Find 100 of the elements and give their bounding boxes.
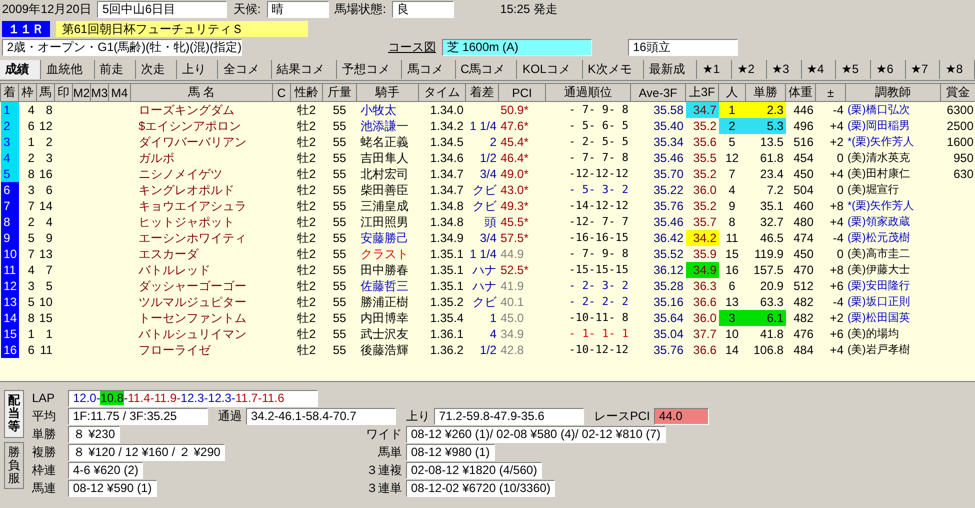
tab[interactable]: 次走 (136, 60, 178, 79)
tab[interactable]: ★1 (697, 60, 732, 79)
table-cell-text: ガルボ (138, 150, 176, 166)
column-header[interactable]: M4 (108, 84, 130, 102)
tab[interactable]: K次メモ (582, 60, 644, 79)
table-cell-text: 6 (44, 182, 54, 198)
column-header[interactable]: 着 (0, 84, 18, 102)
table-cell: 14 (0, 310, 18, 326)
tab[interactable]: 最新成 (644, 60, 698, 79)
side-tab[interactable]: 配当等 (4, 390, 24, 438)
table-cell: 7 (18, 198, 36, 214)
payout-field: 08-12 ¥980 (1) (406, 444, 495, 460)
tab[interactable]: KOLコメ (517, 60, 583, 79)
table-cell-text: 牡2 (296, 166, 317, 182)
tab[interactable]: 上り (177, 60, 218, 79)
column-header[interactable]: タイム (418, 84, 466, 102)
column-header[interactable]: Ave-3F (630, 84, 686, 102)
table-cell-text: 36.0 (692, 310, 718, 326)
column-header[interactable]: 着差 (466, 84, 498, 102)
table-cell: 4 (18, 262, 36, 278)
lap-label: LAP (32, 391, 56, 405)
table-cell-text: エーシンホワイティ (138, 230, 248, 246)
table-cell-text: $エイシンアポロン (138, 118, 242, 134)
column-header[interactable]: M2 (72, 84, 90, 102)
post-time: 15:25 発走 (500, 1, 558, 18)
table-cell-text: 1600 (946, 134, 974, 150)
course-map-link[interactable]: コース図 (388, 39, 436, 56)
column-header[interactable]: PCI (498, 84, 546, 102)
table-cell-text: 1.35.1 (429, 262, 464, 278)
table-cell-text: 1.34.7 (429, 166, 464, 182)
column-header[interactable]: 通過順位 (546, 84, 630, 102)
tab[interactable]: 予想コメ (336, 60, 402, 79)
table-cell-text: -16-16-15 (568, 230, 630, 246)
tab[interactable]: ★7 (906, 60, 940, 79)
column-header[interactable]: 印 (54, 84, 72, 102)
column-header[interactable]: M3 (90, 84, 108, 102)
tab[interactable]: ★5 (836, 60, 871, 79)
table-cell-text: 7.2 (766, 182, 784, 198)
tab[interactable]: 血統他 (41, 60, 95, 79)
table-cell-text: 157.5 (752, 262, 784, 278)
table-cell-text: 46.5 (759, 230, 784, 246)
table-cell: 3 (718, 310, 746, 326)
table-cell-text: クビ (472, 182, 498, 198)
stat-field: 34.2-46.1-58.4-70.7 (246, 408, 396, 424)
side-tab[interactable]: 勝負服 (4, 442, 24, 490)
column-header[interactable]: 斤量 (322, 84, 356, 102)
tab[interactable]: ★8 (940, 60, 975, 79)
tab[interactable]: ★3 (766, 60, 802, 79)
table-cell-text: 2500 (946, 118, 974, 134)
column-header[interactable]: 体重 (786, 84, 816, 102)
table-cell-text: 950 (952, 150, 974, 166)
table-cell: 牡2 (290, 102, 322, 118)
column-header[interactable]: 単勝 (746, 84, 786, 102)
column-header[interactable]: 上3F (686, 84, 718, 102)
table-cell-text: ダッシャーゴーゴー (138, 278, 248, 294)
column-header[interactable]: 性齢 (290, 84, 322, 102)
table-cell: 34.9 (686, 262, 718, 278)
table-cell: 2.3 (746, 102, 786, 118)
table-cell-text: 41.9 (500, 278, 525, 294)
table-cell-text: 35.76 (652, 198, 684, 214)
column-header[interactable]: 賞金 (940, 84, 975, 102)
column-header[interactable]: 調教師 (846, 84, 940, 102)
table-cell-text: 14 (38, 198, 54, 214)
tab[interactable]: 結果コメ (272, 60, 337, 79)
tab[interactable]: C馬コメ (456, 60, 518, 79)
column-header[interactable]: 人 (718, 84, 746, 102)
tab[interactable]: 馬コメ (402, 60, 456, 79)
stat-field: 44.0 (654, 408, 710, 424)
column-header[interactable]: C (272, 84, 290, 102)
column-header[interactable]: 馬 (36, 84, 54, 102)
column-header[interactable]: 枠 (18, 84, 36, 102)
table-cell-text: 35.64 (652, 310, 684, 326)
table-cell-text: 牡2 (296, 246, 317, 262)
table-cell-text: 23.4 (759, 166, 784, 182)
table-cell-text: ヒットジャポット (138, 214, 236, 230)
column-header[interactable]: 騎手 (356, 84, 418, 102)
table-cell-text: 34.9 (500, 326, 525, 342)
column-header[interactable]: 馬 名 (130, 84, 272, 102)
table-cell: 482 (786, 294, 816, 310)
table-cell: 6 (718, 278, 746, 294)
payout-field: ８ ¥120 / 12 ¥160 / ２ ¥290 (68, 444, 226, 460)
tab[interactable]: ★4 (802, 60, 836, 79)
table-cell-text: キングレオポルド (138, 182, 236, 198)
table-cell: 6300 (940, 102, 975, 118)
table-cell-text: 20.9 (759, 278, 784, 294)
payout-label: 枠連 (32, 462, 57, 478)
table-cell-text: 3/4 (478, 230, 498, 246)
table-cell-text: 13 (38, 246, 54, 262)
tab[interactable]: 全コメ (218, 60, 272, 79)
table-cell: 10 (718, 326, 746, 342)
table-cell-text: 1.35.1 (429, 278, 464, 294)
tab[interactable]: ★6 (870, 60, 906, 79)
payout-label: ３連複 (365, 462, 403, 478)
tab[interactable]: 前走 (94, 60, 136, 79)
column-header[interactable]: ± (816, 84, 846, 102)
tab[interactable]: 成績 (0, 60, 42, 79)
table-cell-text: 12 (724, 150, 740, 166)
table-cell-text: - 2- 5- 5 (568, 134, 630, 150)
tab[interactable]: ★2 (732, 60, 767, 79)
table-cell-text: 牡2 (296, 134, 317, 150)
